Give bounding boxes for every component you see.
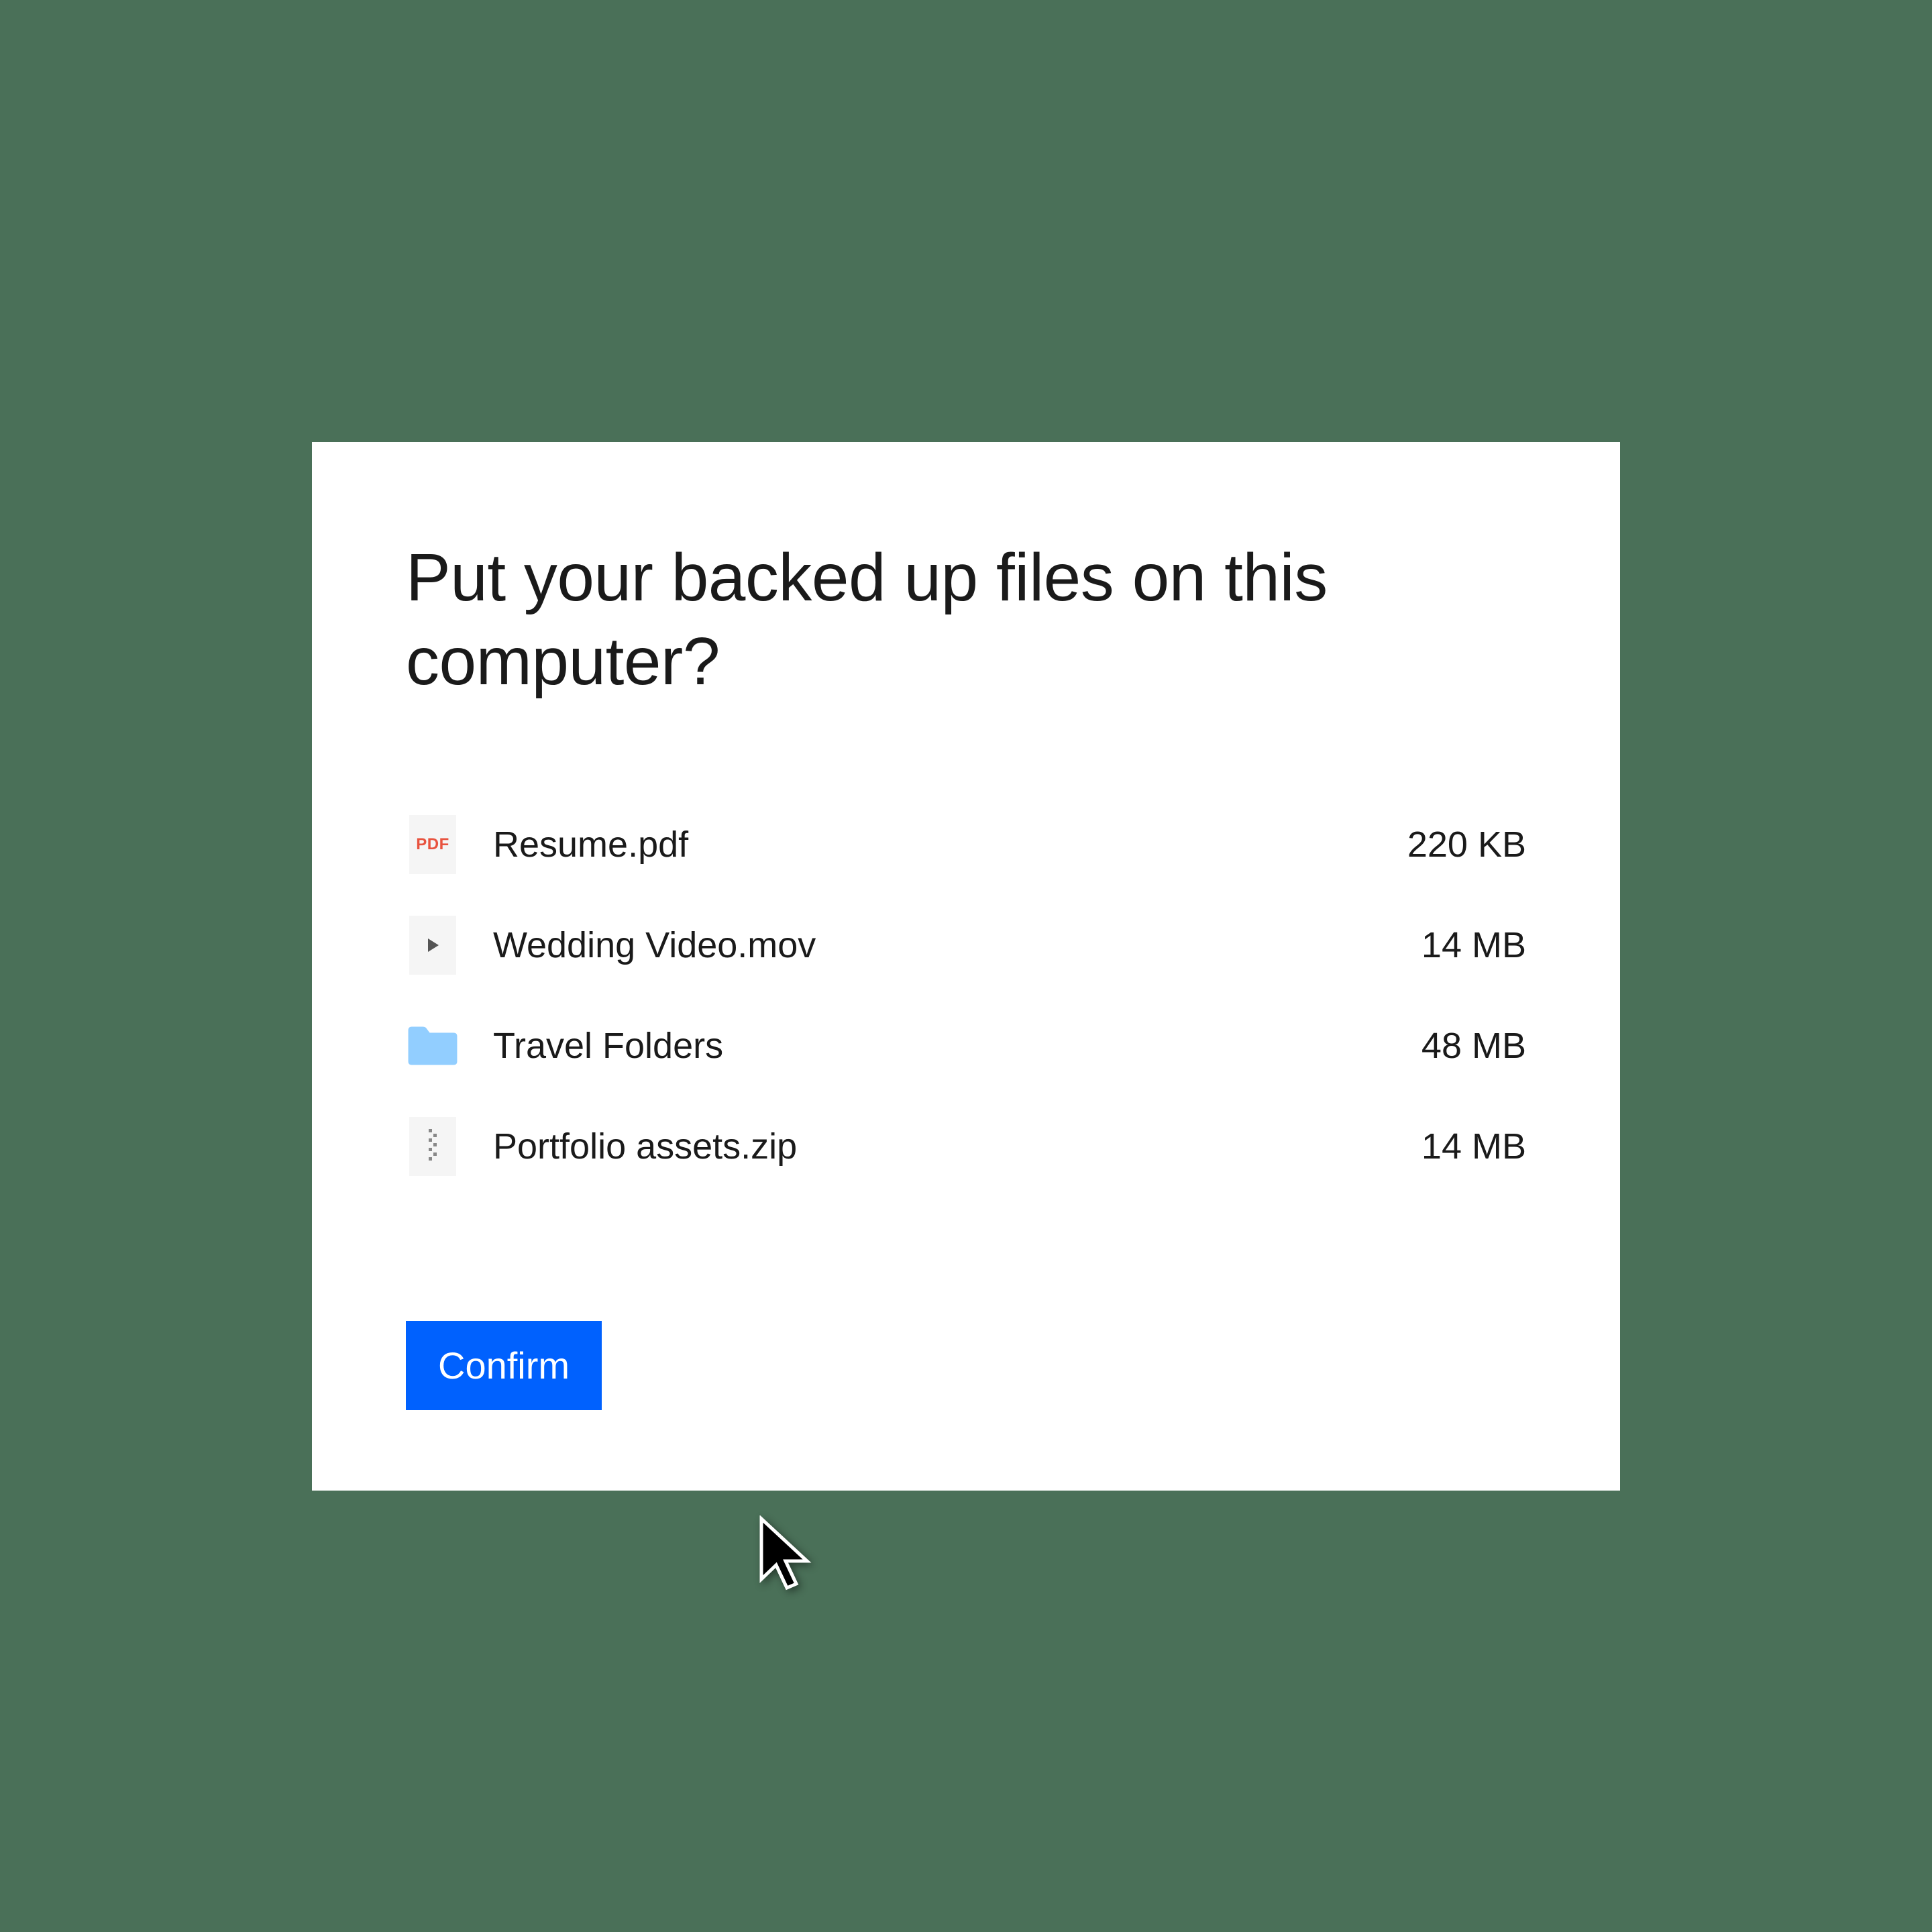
zip-icon — [406, 1113, 460, 1180]
file-size: 220 KB — [1407, 824, 1526, 865]
backup-dialog: Put your backed up files on this compute… — [312, 442, 1620, 1491]
file-row: PDF Resume.pdf 220 KB — [406, 811, 1526, 878]
file-list: PDF Resume.pdf 220 KB Wedding Video.mov … — [406, 811, 1526, 1180]
file-size: 48 MB — [1421, 1025, 1526, 1067]
file-name: Travel Folders — [493, 1025, 1388, 1067]
pdf-icon: PDF — [406, 811, 460, 878]
file-row: Portfolio assets.zip 14 MB — [406, 1113, 1526, 1180]
cursor-icon — [755, 1515, 822, 1603]
dialog-title: Put your backed up files on this compute… — [406, 536, 1526, 704]
file-name: Wedding Video.mov — [493, 924, 1388, 966]
file-name: Resume.pdf — [493, 824, 1374, 865]
file-name: Portfolio assets.zip — [493, 1126, 1388, 1167]
file-row: Wedding Video.mov 14 MB — [406, 912, 1526, 979]
file-size: 14 MB — [1421, 1126, 1526, 1167]
file-row: Travel Folders 48 MB — [406, 1012, 1526, 1079]
file-size: 14 MB — [1421, 924, 1526, 966]
confirm-button[interactable]: Confirm — [406, 1321, 602, 1410]
video-icon — [406, 912, 460, 979]
folder-icon — [406, 1012, 460, 1079]
